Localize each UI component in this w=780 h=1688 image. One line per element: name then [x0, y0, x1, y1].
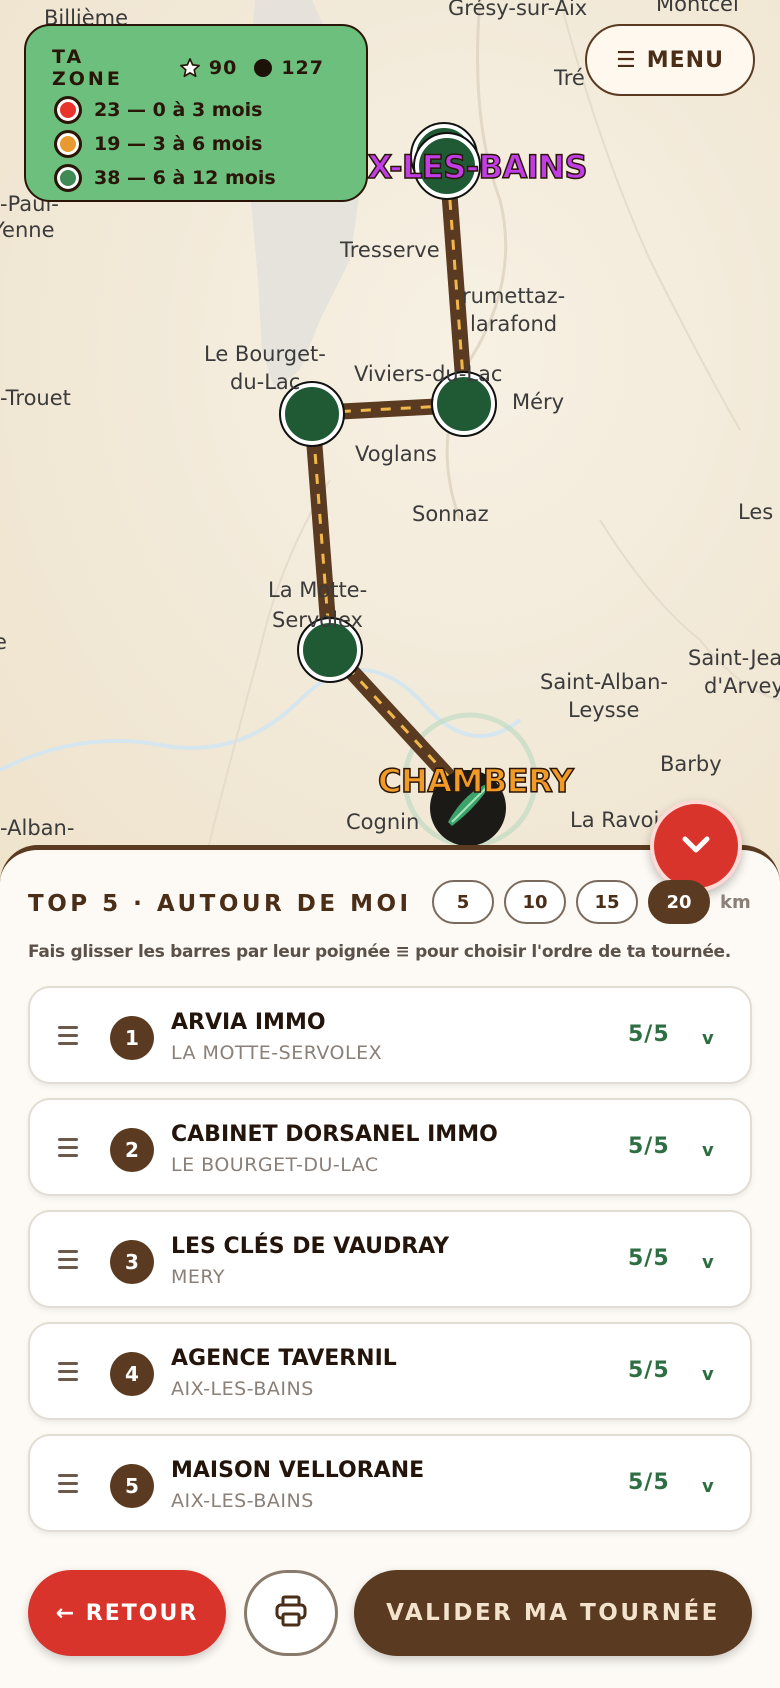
drag-hint: Fais glisser les barres par leur poignée… — [28, 942, 731, 962]
map-place-label: du-Lac — [230, 370, 301, 394]
list-item[interactable]: 3 LES CLÉS DE VAUDRAY MERY 5/5 v — [28, 1210, 752, 1308]
agency-score: 5/5 — [628, 1246, 670, 1271]
legend-green-dot — [54, 164, 82, 192]
city-label-chambery: CHAMBERY — [377, 761, 574, 801]
drag-handle-icon[interactable] — [58, 1138, 78, 1158]
agency-score: 5/5 — [628, 1470, 670, 1495]
km-filter: 5 10 15 20 km — [432, 880, 751, 924]
agency-score: 5/5 — [628, 1134, 670, 1159]
agency-town: MERY — [171, 1266, 225, 1288]
agency-town: AIX-LES-BAINS — [171, 1378, 314, 1400]
legend-label: 38 — 6 à 12 mois — [94, 167, 276, 189]
zone-stars-value: 90 — [208, 57, 238, 79]
print-button[interactable] — [244, 1570, 338, 1656]
legend-label: 23 — 0 à 3 mois — [94, 99, 263, 121]
drag-handle-icon[interactable] — [58, 1474, 78, 1494]
km-unit: km — [720, 891, 751, 913]
map-place-label: Voglans — [355, 442, 437, 466]
zone-star-count: 90 — [179, 57, 237, 79]
legend-orange-dot — [54, 130, 82, 158]
menu-button[interactable]: ☰ MENU — [585, 24, 755, 96]
map-place-label: Tresserve — [340, 238, 440, 262]
star-icon — [179, 57, 201, 79]
map-place-label: Méry — [512, 390, 565, 414]
map-place-label: Cognin — [346, 810, 420, 834]
agency-town: LE BOURGET-DU-LAC — [171, 1154, 379, 1176]
map-place-label: Saint-Alban- — [540, 670, 668, 694]
list-item[interactable]: 4 AGENCE TAVERNIL AIX-LES-BAINS 5/5 v — [28, 1322, 752, 1420]
expand-chevron-icon[interactable]: v — [702, 1028, 714, 1049]
map-place-label: larafond — [470, 312, 558, 336]
agency-name: AGENCE TAVERNIL — [171, 1346, 397, 1371]
agency-town: AIX-LES-BAINS — [171, 1490, 314, 1512]
agency-score: 5/5 — [628, 1022, 670, 1047]
map-place-label: Barby — [660, 752, 722, 776]
legend-label: 19 — 3 à 6 mois — [94, 133, 263, 155]
map-place-label: Yenne — [0, 218, 55, 242]
zone-dots-value: 127 — [281, 57, 324, 79]
rank-badge: 3 — [110, 1240, 154, 1284]
km-option-15[interactable]: 15 — [576, 880, 638, 924]
agency-score: 5/5 — [628, 1358, 670, 1383]
agency-town: LA MOTTE-SERVOLEX — [171, 1042, 383, 1064]
drag-handle-icon[interactable] — [58, 1026, 78, 1046]
map-place-label: Montcel — [656, 0, 739, 16]
printer-icon — [272, 1592, 310, 1634]
agency-name: CABINET DORSANEL IMMO — [171, 1122, 498, 1147]
zone-header: TA ZONE 90 127 — [52, 46, 340, 90]
expand-chevron-icon[interactable]: v — [702, 1364, 714, 1385]
map-place-label: Leysse — [568, 698, 640, 722]
city-label-aix-les-bains: AIX-LES-BAINS — [331, 147, 588, 187]
list-item[interactable]: 2 CABINET DORSANEL IMMO LE BOURGET-DU-LA… — [28, 1098, 752, 1196]
drag-handle-icon[interactable] — [58, 1362, 78, 1382]
drag-handle-icon[interactable] — [58, 1250, 78, 1270]
agency-name: MAISON VELLORANE — [171, 1458, 425, 1483]
list-item[interactable]: 5 MAISON VELLORANE AIX-LES-BAINS 5/5 v — [28, 1434, 752, 1532]
map-place-label: -Alban- — [0, 816, 75, 840]
map-place-label: La Motte- — [268, 578, 368, 602]
map-place-label: Grésy-sur-Aix — [448, 0, 588, 20]
validate-tour-button[interactable]: VALIDER MA TOURNÉE — [354, 1570, 752, 1656]
map-place-label: Le Bourget- — [204, 342, 326, 366]
dot-icon — [253, 58, 273, 78]
back-button[interactable]: ← RETOUR — [28, 1570, 226, 1656]
map-place-label: Servolex — [272, 608, 363, 632]
rank-badge: 2 — [110, 1128, 154, 1172]
map-place-label: e — [0, 630, 7, 654]
agency-name: LES CLÉS DE VAUDRAY — [171, 1234, 449, 1259]
legend-row-old: 38 — 6 à 12 mois — [52, 164, 340, 192]
chevron-down-icon — [676, 824, 716, 868]
sheet-header: TOP 5 · AUTOUR DE MOI 5 10 15 20 km — [28, 880, 768, 928]
expand-chevron-icon[interactable]: v — [702, 1476, 714, 1497]
agency-name: ARVIA IMMO — [171, 1010, 326, 1035]
map-place-label: -Trouet — [0, 386, 71, 410]
km-option-10[interactable]: 10 — [504, 880, 566, 924]
sheet-title: TOP 5 · AUTOUR DE MOI — [28, 891, 412, 917]
rank-badge: 5 — [110, 1464, 154, 1508]
map-place-label: rumettaz- — [462, 284, 566, 308]
map-place-label: Sonnaz — [412, 502, 489, 526]
km-option-20[interactable]: 20 — [648, 880, 710, 924]
hamburger-icon: ☰ — [616, 47, 637, 73]
expand-chevron-icon[interactable]: v — [702, 1252, 714, 1273]
agency-list: 1 ARVIA IMMO LA MOTTE-SERVOLEX 5/5 v 2 C… — [28, 986, 752, 1546]
zone-dot-count: 127 — [253, 57, 324, 79]
list-item[interactable]: 1 ARVIA IMMO LA MOTTE-SERVOLEX 5/5 v — [28, 986, 752, 1084]
rank-badge: 4 — [110, 1352, 154, 1396]
km-option-5[interactable]: 5 — [432, 880, 494, 924]
zone-legend: TA ZONE 90 127 23 — 0 à 3 mois 19 — 3 à … — [24, 24, 368, 202]
map-place-label: Saint-Jean — [688, 646, 780, 670]
map-place-label: Viviers-du-Lac — [354, 362, 503, 386]
collapse-sheet-button[interactable] — [650, 800, 742, 892]
map-place-label: d'Arvey — [704, 674, 780, 698]
zone-title: TA ZONE — [52, 46, 123, 90]
menu-label: MENU — [646, 47, 724, 73]
map-place-label: Tré — [554, 66, 585, 90]
legend-row-recent: 23 — 0 à 3 mois — [52, 96, 340, 124]
rank-badge: 1 — [110, 1016, 154, 1060]
map-place-label: Les — [738, 500, 774, 524]
expand-chevron-icon[interactable]: v — [702, 1140, 714, 1161]
legend-red-dot — [54, 96, 82, 124]
legend-row-mid: 19 — 3 à 6 mois — [52, 130, 340, 158]
